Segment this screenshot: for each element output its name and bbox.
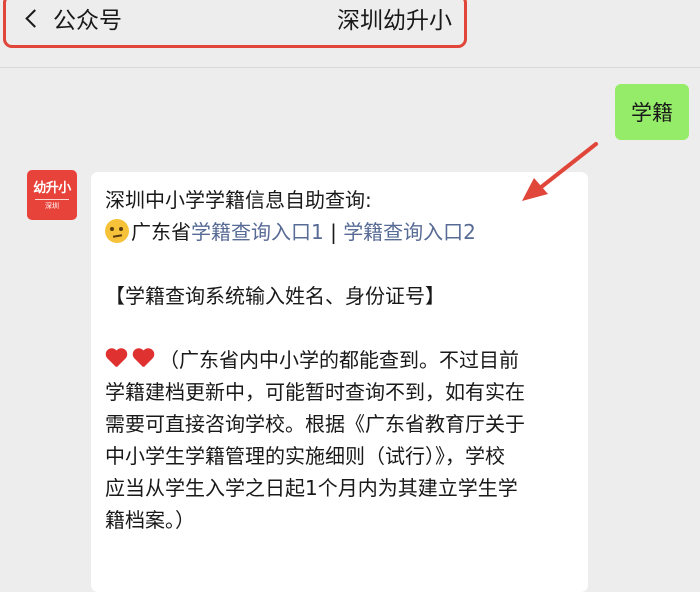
- arrow-shaft: [538, 142, 598, 190]
- annotation-arrow: [522, 142, 598, 201]
- arrow-head: [522, 178, 548, 201]
